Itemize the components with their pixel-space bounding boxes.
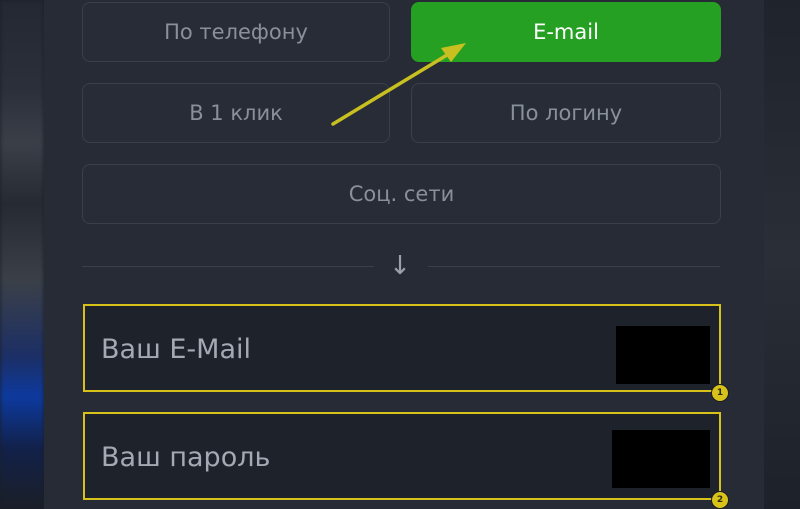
annotation-arrow-icon [331, 43, 466, 126]
